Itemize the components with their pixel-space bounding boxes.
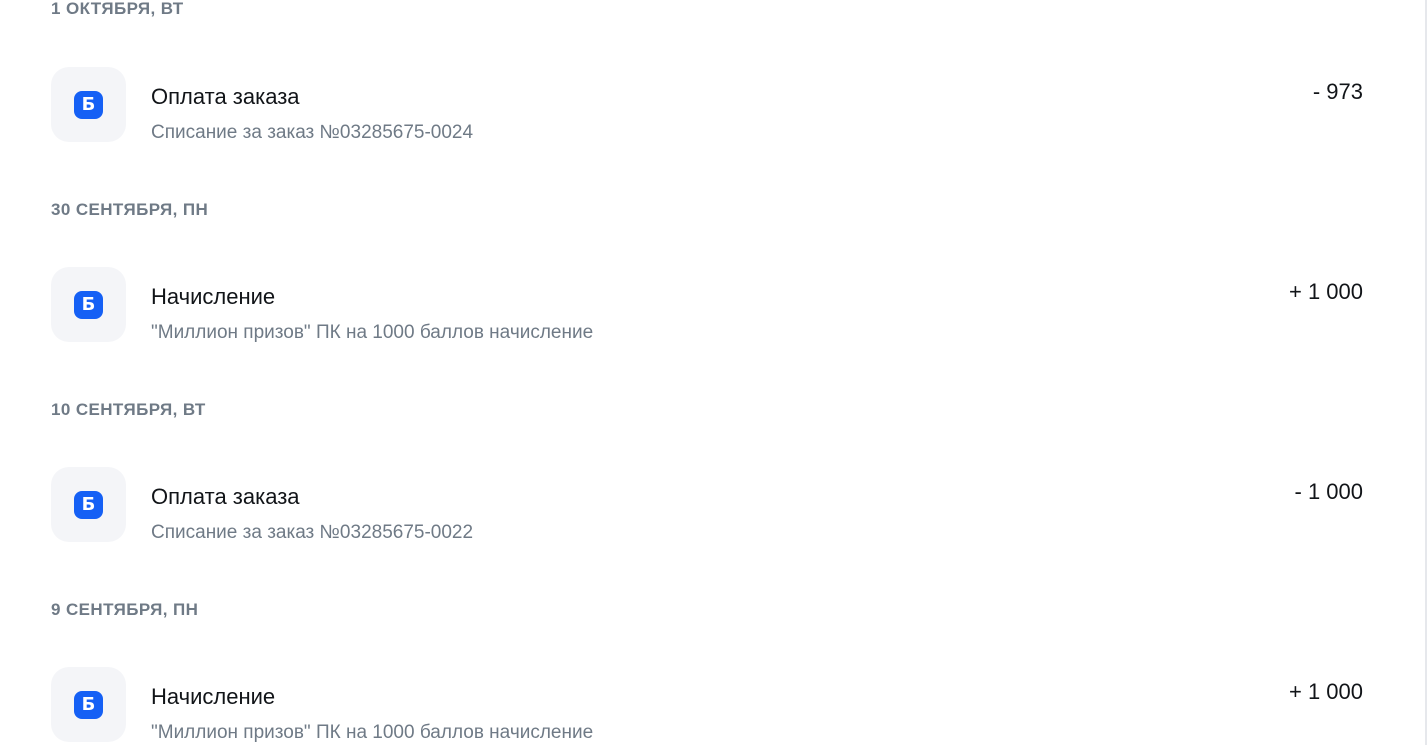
date-header: 30 СЕНТЯБРЯ, ПН [51, 200, 209, 219]
transaction-amount: - 973 [1312, 79, 1363, 104]
transaction-title: Начисление [151, 284, 276, 309]
transaction-icon-tile: Б [51, 667, 126, 742]
date-header: 1 ОКТЯБРЯ, ВТ [51, 0, 184, 18]
transaction-subtitle: Списание за заказ №03285675-0022 [151, 522, 474, 543]
transaction-row[interactable]: Б Начисление "Миллион призов" ПК на 1000… [51, 267, 1363, 343]
transaction-row[interactable]: Б Оплата заказа Списание за заказ №03285… [51, 467, 1363, 543]
bonus-icon: Б [74, 291, 103, 319]
transaction-subtitle: Списание за заказ №03285675-0024 [151, 122, 474, 143]
transaction-row[interactable]: Б Оплата заказа Списание за заказ №03285… [51, 67, 1363, 143]
transaction-amount: + 1 000 [1288, 279, 1363, 304]
transaction-title: Начисление [151, 684, 276, 709]
bonus-history-page: 1 ОКТЯБРЯ, ВТ Б Оплата заказа Списание з… [0, 0, 1427, 745]
transaction-subtitle: "Миллион призов" ПК на 1000 баллов начис… [151, 722, 594, 743]
transaction-title: Оплата заказа [151, 484, 300, 509]
transaction-row[interactable]: Б Начисление "Миллион призов" ПК на 1000… [51, 667, 1363, 743]
date-header: 10 СЕНТЯБРЯ, ВТ [51, 400, 206, 419]
transaction-amount: - 1 000 [1294, 479, 1364, 504]
transaction-icon-tile: Б [51, 267, 126, 342]
date-header: 9 СЕНТЯБРЯ, ПН [51, 600, 199, 619]
transaction-amount: + 1 000 [1288, 679, 1363, 704]
bonus-icon: Б [74, 491, 103, 519]
transaction-title: Оплата заказа [151, 84, 300, 109]
transaction-icon-tile: Б [51, 67, 126, 142]
transaction-subtitle: "Миллион призов" ПК на 1000 баллов начис… [151, 322, 594, 343]
bonus-icon: Б [74, 91, 103, 119]
transaction-icon-tile: Б [51, 467, 126, 542]
bonus-icon: Б [74, 691, 103, 719]
